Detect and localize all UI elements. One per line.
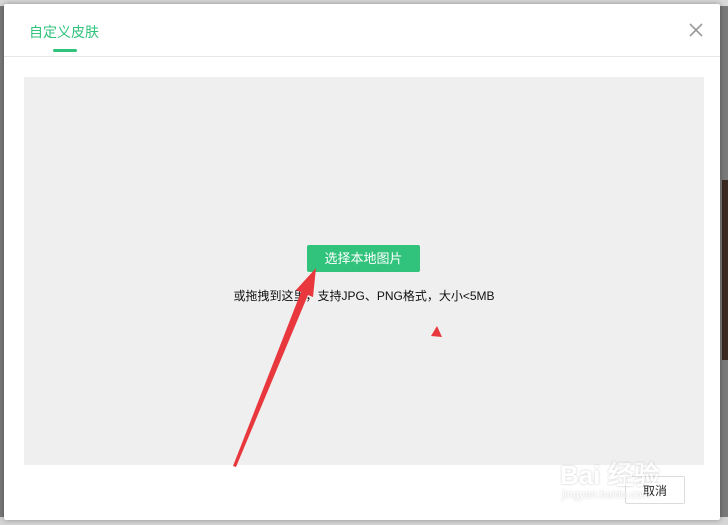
drop-hint-text: 或拖拽到这里，支持JPG、PNG格式，大小<5MB xyxy=(233,289,495,303)
cancel-button[interactable]: 取消 xyxy=(625,476,685,504)
background-album-art xyxy=(722,180,728,360)
close-button[interactable] xyxy=(687,21,705,39)
close-icon xyxy=(689,23,703,37)
tab-custom-skin[interactable]: 自定义皮肤 xyxy=(29,22,99,42)
tab-active-indicator xyxy=(53,49,77,52)
dialog-header: 自定义皮肤 xyxy=(4,4,720,57)
custom-skin-dialog: 自定义皮肤 选择本地图片 或拖拽到这里，支持JPG、PNG格式，大小<5MB 取… xyxy=(4,4,720,520)
image-drop-zone[interactable]: 选择本地图片 或拖拽到这里，支持JPG、PNG格式，大小<5MB xyxy=(24,77,704,465)
select-local-image-button[interactable]: 选择本地图片 xyxy=(307,245,420,272)
